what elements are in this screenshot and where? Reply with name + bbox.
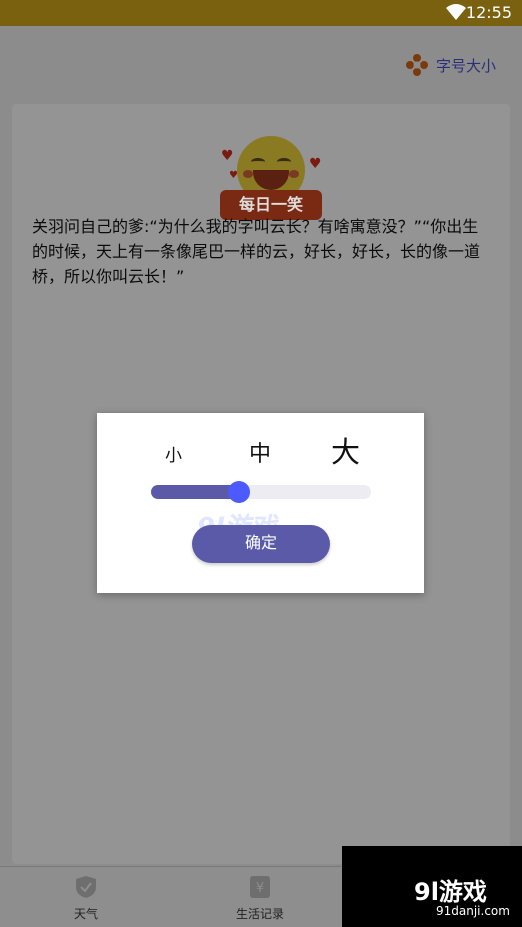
slider-fill — [151, 485, 239, 499]
size-option-large[interactable]: 大 — [331, 429, 360, 471]
status-bar: 12:55 — [0, 0, 522, 26]
nav-label: 生活记录 — [235, 907, 284, 921]
heart-icon: ♥ — [221, 148, 234, 164]
app-screen: 字号大小 ♥ ♥ ♥ 每日一笑 关羽问自己的爹:“为什么我的字叫云长？有啥寓意没… — [0, 26, 522, 927]
font-size-button[interactable]: 字号大小 — [405, 54, 496, 76]
watermark-brand: 9l游戏 — [414, 878, 487, 906]
font-size-label: 字号大小 — [435, 56, 496, 75]
size-option-small[interactable]: 小 — [165, 441, 182, 466]
status-time: 12:55 — [465, 3, 512, 22]
receipt-icon: ¥ — [250, 876, 270, 898]
watermark-domain: 91danji.com — [436, 904, 510, 918]
nav-item-weather[interactable]: 天气 — [46, 875, 126, 922]
svg-text:¥: ¥ — [256, 881, 264, 896]
nav-item-life-record[interactable]: ¥ 生活记录 — [220, 875, 300, 922]
size-option-medium[interactable]: 中 — [249, 436, 271, 468]
slider-thumb[interactable] — [228, 481, 250, 503]
flower-icon — [405, 54, 428, 76]
heart-icon: ♥ — [309, 156, 322, 172]
shield-icon — [76, 876, 96, 898]
laughing-emoji: ♥ ♥ ♥ 每日一笑 — [217, 134, 329, 224]
nav-label: 天气 — [73, 907, 98, 921]
joke-text: 关羽问自己的爹:“为什么我的字叫云长？有啥寓意没？”“你出生的时候，天上有一条像… — [32, 217, 481, 286]
font-size-slider[interactable] — [151, 481, 371, 503]
watermark-corner: 9l游戏 91danji.com — [342, 846, 522, 927]
confirm-button[interactable]: 确定 — [192, 525, 330, 563]
font-size-dialog: 小 中 大 9l游戏 确定 — [97, 413, 424, 593]
wifi-icon — [446, 4, 466, 20]
